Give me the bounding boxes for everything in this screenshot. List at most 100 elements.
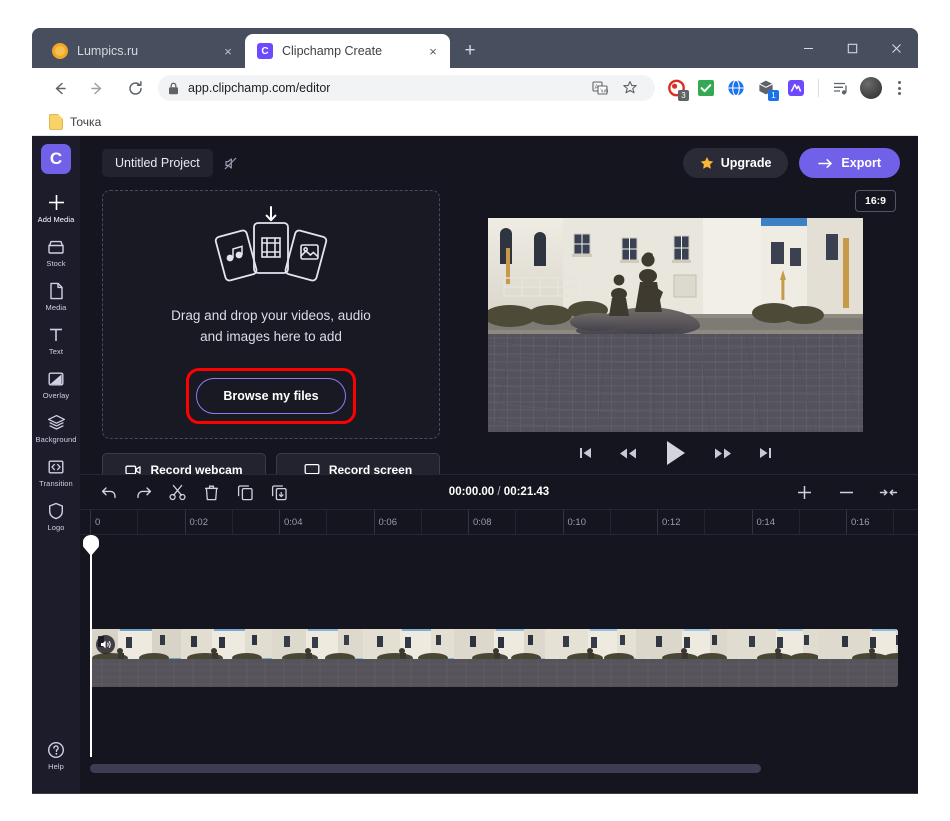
project-name-field[interactable]: Untitled Project — [102, 149, 213, 177]
browse-my-files-button[interactable]: Browse my files — [196, 377, 346, 414]
sidebar-item-overlay[interactable]: Overlay — [32, 362, 80, 406]
checkmark-extension-icon[interactable] — [694, 76, 718, 100]
minimize-button[interactable] — [786, 28, 830, 68]
new-tab-button[interactable]: + — [456, 37, 484, 65]
sidebar-item-text[interactable]: Text — [32, 318, 80, 362]
upgrade-button[interactable]: Upgrade — [682, 148, 789, 178]
zoom-out-button[interactable] — [830, 479, 862, 505]
export-button[interactable]: Export — [799, 148, 900, 178]
copy-to-button[interactable] — [264, 479, 294, 505]
play-button[interactable] — [663, 439, 688, 467]
ruler-tick-minor — [798, 510, 800, 534]
preview-wrap — [454, 218, 896, 432]
fast-forward-button[interactable] — [714, 447, 732, 460]
plus-icon — [47, 193, 66, 212]
sidebar-item-transition[interactable]: Transition — [32, 450, 80, 494]
zoom-in-button[interactable] — [788, 479, 820, 505]
ruler-tick: 0:04 — [279, 510, 303, 534]
ruler-tick: 0:06 — [373, 510, 397, 534]
translate-icon[interactable]: A\u6587 — [588, 76, 612, 100]
transition-icon — [47, 457, 65, 476]
browser-tab-clipchamp[interactable]: C Clipchamp Create × — [245, 34, 450, 68]
ruler-tick-minor — [893, 510, 895, 534]
window-controls — [786, 28, 918, 68]
volume-icon[interactable] — [96, 635, 115, 654]
profile-avatar[interactable] — [860, 77, 882, 99]
tab-close-icon[interactable]: × — [424, 42, 442, 60]
close-window-button[interactable] — [874, 28, 918, 68]
note-icon — [49, 113, 63, 130]
adblock-extension-icon[interactable]: 3 — [664, 76, 689, 101]
ruler-tick-minor — [137, 510, 139, 534]
undo-button[interactable] — [94, 479, 124, 505]
ruler-tick: 0:16 — [846, 510, 870, 534]
text-icon — [47, 325, 65, 344]
sidebar-item-add-media[interactable]: Add Media — [32, 186, 80, 230]
ruler-tick: 0 — [90, 510, 100, 534]
bookmark-tochka[interactable]: Точка — [42, 111, 108, 133]
app-bottom-strip — [80, 779, 918, 793]
fit-timeline-button[interactable] — [872, 479, 904, 505]
ruler-tick: 0:12 — [657, 510, 681, 534]
sidebar-item-media[interactable]: Media — [32, 274, 80, 318]
address-bar[interactable]: app.clipchamp.com/editor A\u6587 — [158, 75, 655, 101]
browser-tab-lumpics[interactable]: Lumpics.ru × — [40, 34, 245, 68]
back-icon[interactable] — [45, 74, 73, 102]
media-panel: Drag and drop your videos, audio and ima… — [102, 190, 440, 487]
timeline-tracks[interactable] — [80, 535, 918, 757]
redo-button[interactable] — [128, 479, 158, 505]
browser-menu-icon[interactable] — [888, 81, 910, 95]
mute-icon[interactable] — [223, 156, 238, 171]
ad-extension-icon[interactable] — [784, 76, 808, 100]
box-extension-icon[interactable]: 1 — [754, 76, 779, 101]
star-outline-icon[interactable] — [618, 76, 642, 100]
ruler-tick: 0:10 — [562, 510, 586, 534]
ruler-tick-label: 0:08 — [473, 517, 492, 528]
video-clip[interactable] — [90, 629, 898, 687]
clip-thumbnail — [545, 629, 636, 687]
duplicate-button[interactable] — [230, 479, 260, 505]
rewind-button[interactable] — [619, 447, 637, 460]
lumpics-favicon-icon — [52, 43, 68, 59]
horizontal-scrollbar[interactable] — [90, 763, 908, 773]
sidebar-item-label: Add Media — [37, 215, 75, 224]
reload-icon[interactable] — [121, 74, 149, 102]
ruler-tick-minor — [515, 510, 517, 534]
clip-thumbnail — [181, 629, 272, 687]
globe-extension-icon[interactable] — [724, 76, 748, 100]
dropzone-text-line1: Drag and drop your videos, audio — [171, 308, 371, 323]
svg-text:\u6587: \u6587 — [601, 88, 609, 94]
browser-window: Lumpics.ru × C Clipchamp Create × + app.… — [32, 28, 918, 794]
ruler-tick-label: 0:14 — [756, 517, 776, 528]
media-list-icon[interactable] — [829, 76, 853, 100]
tab-close-icon[interactable]: × — [219, 42, 237, 60]
sidebar-item-stock[interactable]: Stock — [32, 230, 80, 274]
scrollbar-thumb[interactable] — [90, 763, 761, 773]
ruler-tick-label: 0 — [95, 517, 101, 528]
ruler-tick-label: 0:10 — [567, 517, 587, 528]
sidebar-item-logo[interactable]: Logo — [32, 494, 80, 538]
video-preview[interactable] — [487, 218, 863, 432]
clipchamp-editor: C Add Media Stock Media Text Overlay Bac… — [32, 136, 918, 793]
sidebar-item-help[interactable]: Help — [32, 733, 80, 777]
star-icon — [700, 156, 714, 170]
forward-icon[interactable] — [83, 74, 111, 102]
clipchamp-logo[interactable]: C — [41, 144, 71, 174]
skip-to-end-button[interactable] — [758, 446, 773, 460]
sidebar-item-background[interactable]: Background — [32, 406, 80, 450]
aspect-ratio-badge[interactable]: 16:9 — [854, 190, 896, 212]
dropzone[interactable]: Drag and drop your videos, audio and ima… — [102, 190, 440, 439]
maximize-button[interactable] — [830, 28, 874, 68]
split-button[interactable] — [162, 479, 192, 505]
layers-icon — [47, 413, 66, 432]
bookmark-label: Точка — [70, 114, 102, 129]
ruler-tick-minor — [609, 510, 611, 534]
playhead[interactable] — [83, 535, 99, 757]
timeline-ruler[interactable]: 0 0:02 0:04 0:06 0:08 0:10 0:12 0:14 0:16 — [80, 509, 918, 535]
skip-to-start-button[interactable] — [578, 446, 593, 460]
ruler-tick: 0:08 — [468, 510, 492, 534]
clip-thumbnail — [818, 629, 898, 687]
sidebar-item-label: Stock — [46, 259, 66, 268]
delete-button[interactable] — [196, 479, 226, 505]
playhead-handle[interactable] — [83, 535, 99, 556]
